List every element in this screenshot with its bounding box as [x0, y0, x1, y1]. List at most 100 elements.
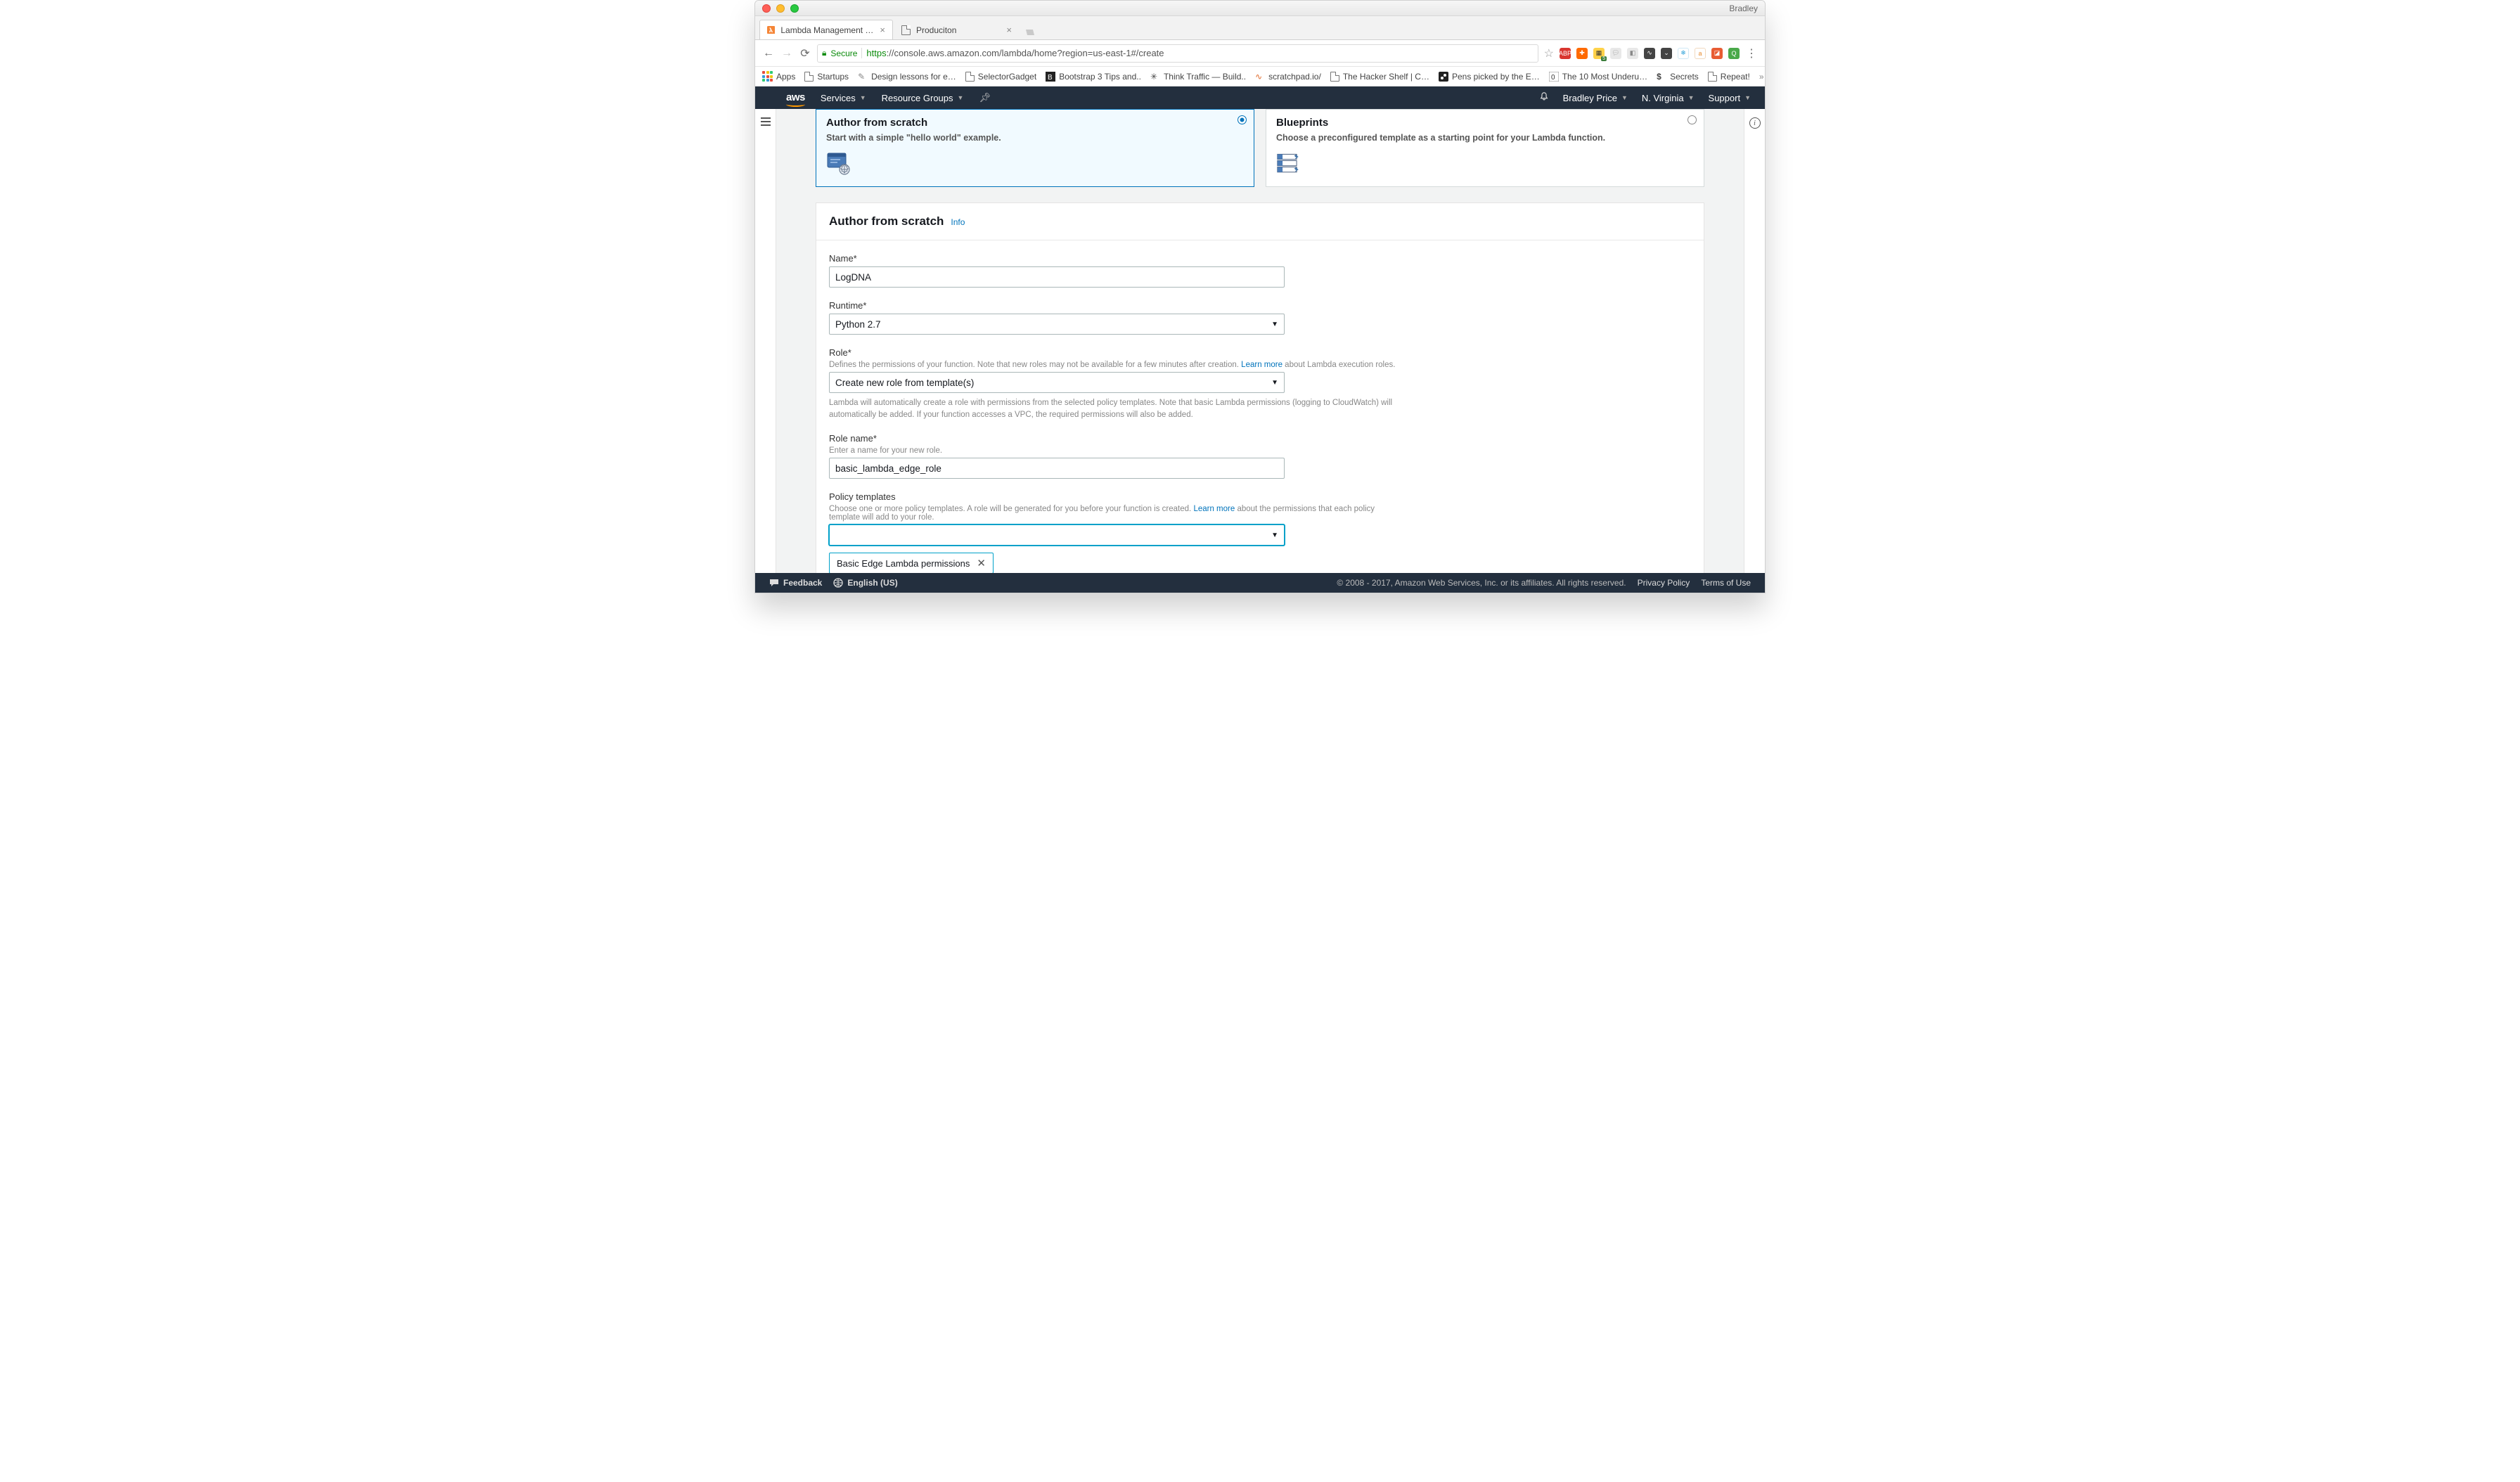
- zoom-window-button[interactable]: [790, 4, 799, 13]
- bookmark-item[interactable]: SelectorGadget: [965, 72, 1036, 82]
- extension-icon[interactable]: Q: [1728, 48, 1740, 59]
- learn-more-link[interactable]: Learn more: [1241, 361, 1282, 369]
- bookmark-item[interactable]: ✳︎Think Traffic — Build..: [1150, 72, 1246, 82]
- bookmark-favicon-icon: B: [1046, 72, 1055, 82]
- option-title: Author from scratch: [826, 117, 1244, 129]
- chip-remove-icon[interactable]: ✕: [977, 557, 986, 569]
- browser-window: Bradley Lambda Management Console × Prod…: [754, 0, 1766, 593]
- privacy-link[interactable]: Privacy Policy: [1638, 578, 1690, 588]
- panel-title: Author from scratch: [829, 214, 944, 228]
- bookmark-item[interactable]: $Secrets: [1657, 72, 1699, 82]
- browser-tab[interactable]: Lambda Management Console ×: [759, 20, 893, 39]
- extension-icon[interactable]: ❄︎: [1678, 48, 1689, 59]
- extension-pocket-icon[interactable]: ⌄: [1661, 48, 1672, 59]
- back-button[interactable]: ←: [762, 47, 775, 60]
- aws-navbar: aws Services▼ Resource Groups▼ 📌︎ Bradle…: [755, 86, 1765, 109]
- chevron-down-icon: ▼: [1271, 531, 1278, 539]
- bookmark-item[interactable]: ✎Design lessons for e…: [858, 72, 956, 82]
- option-description: Choose a preconfigured template as a sta…: [1276, 133, 1694, 143]
- feedback-button[interactable]: Feedback: [769, 578, 822, 588]
- browser-tab[interactable]: Produciton ×: [893, 20, 1020, 39]
- extension-icon[interactable]: ▦5: [1593, 48, 1605, 59]
- field-role: Role* Defines the permissions of your fu…: [829, 347, 1406, 420]
- field-runtime: Runtime* Python 2.7 ▼: [829, 300, 1406, 335]
- bookmark-favicon-icon: 0: [1549, 72, 1559, 82]
- option-description: Start with a simple "hello world" exampl…: [826, 133, 1244, 143]
- extension-icon[interactable]: a: [1695, 48, 1706, 59]
- apps-label: Apps: [776, 72, 795, 82]
- bookmark-favicon-icon: ✎: [858, 72, 868, 82]
- support-menu[interactable]: Support▼: [1709, 93, 1751, 103]
- aws-logo[interactable]: aws: [786, 91, 805, 105]
- learn-more-link[interactable]: Learn more: [1193, 505, 1235, 513]
- info-link[interactable]: Info: [951, 217, 965, 227]
- option-blueprints[interactable]: Blueprints Choose a preconfigured templa…: [1266, 109, 1704, 187]
- language-selector[interactable]: English (US): [833, 578, 897, 588]
- radio-selected-icon[interactable]: [1238, 115, 1247, 124]
- tab-title: Lambda Management Console: [780, 25, 874, 35]
- chrome-menu-icon[interactable]: ⋮: [1745, 47, 1758, 60]
- bookmark-star-icon[interactable]: ☆: [1544, 46, 1554, 60]
- document-icon: [901, 25, 911, 35]
- address-bar: ← → ⟳ 🔒︎ Secure https://console.aws.amaz…: [755, 40, 1765, 67]
- bookmark-item[interactable]: Repeat!: [1708, 72, 1750, 82]
- chevron-down-icon: ▼: [1688, 94, 1695, 101]
- info-icon[interactable]: i: [1749, 117, 1761, 129]
- terms-link[interactable]: Terms of Use: [1701, 578, 1751, 588]
- bookmark-favicon-icon: [1439, 72, 1448, 82]
- minimize-window-button[interactable]: [776, 4, 785, 13]
- hamburger-menu-icon[interactable]: [761, 117, 771, 573]
- pin-icon[interactable]: 📌︎: [979, 92, 991, 103]
- role-note: Lambda will automatically create a role …: [829, 397, 1406, 420]
- bookmark-item[interactable]: Startups: [804, 72, 849, 82]
- right-rail: i: [1744, 109, 1765, 573]
- author-from-scratch-panel: Author from scratch Info Name* Runtime* …: [816, 202, 1704, 573]
- extension-icon[interactable]: ✚: [1576, 48, 1588, 59]
- policy-chip: Basic Edge Lambda permissions ✕: [829, 553, 994, 573]
- rolename-input[interactable]: [829, 458, 1285, 479]
- bookmark-item[interactable]: 0The 10 Most Underu…: [1549, 72, 1647, 82]
- forward-button: →: [780, 47, 793, 60]
- globe-icon: [833, 578, 843, 588]
- policy-select[interactable]: ▼: [829, 524, 1285, 546]
- account-menu[interactable]: Bradley Price▼: [1563, 93, 1628, 103]
- policy-chip-label: Basic Edge Lambda permissions: [837, 558, 970, 569]
- region-menu[interactable]: N. Virginia▼: [1642, 93, 1695, 103]
- extension-icon[interactable]: ∿: [1644, 48, 1655, 59]
- tab-close-icon[interactable]: ×: [880, 25, 885, 35]
- notifications-button[interactable]: [1539, 92, 1549, 104]
- option-author-from-scratch[interactable]: Author from scratch Start with a simple …: [816, 109, 1254, 187]
- extension-icon[interactable]: ◧: [1627, 48, 1638, 59]
- extension-icon[interactable]: 💬︎: [1610, 48, 1621, 59]
- bookmark-favicon-icon: ✳︎: [1150, 72, 1160, 82]
- reload-button[interactable]: ⟳: [799, 47, 811, 60]
- runtime-select[interactable]: Python 2.7 ▼: [829, 314, 1285, 335]
- services-menu[interactable]: Services▼: [821, 93, 866, 103]
- bookmark-item[interactable]: The Hacker Shelf | C…: [1330, 72, 1429, 82]
- mac-titlebar: Bradley: [755, 1, 1765, 16]
- close-window-button[interactable]: [762, 4, 771, 13]
- role-select[interactable]: Create new role from template(s) ▼: [829, 372, 1285, 393]
- lock-icon: 🔒︎: [822, 48, 826, 58]
- extension-icon[interactable]: ◪: [1711, 48, 1723, 59]
- name-input[interactable]: [829, 266, 1285, 288]
- extension-abp-icon[interactable]: ABP: [1560, 48, 1571, 59]
- name-label: Name*: [829, 253, 1406, 264]
- panel-header: Author from scratch Info: [816, 203, 1704, 240]
- option-title: Blueprints: [1276, 117, 1694, 129]
- bookmark-item[interactable]: ∿scratchpad.io/: [1255, 72, 1321, 82]
- tab-close-icon[interactable]: ×: [1006, 25, 1012, 35]
- resource-groups-menu[interactable]: Resource Groups▼: [882, 93, 964, 103]
- radio-unselected-icon[interactable]: [1688, 115, 1697, 124]
- document-icon: [804, 72, 814, 82]
- bookmark-item[interactable]: Pens picked by the E…: [1439, 72, 1540, 82]
- scratch-icon: [826, 151, 854, 176]
- bookmark-item[interactable]: BBootstrap 3 Tips and..: [1046, 72, 1141, 82]
- omnibox[interactable]: 🔒︎ Secure https://console.aws.amazon.com…: [817, 44, 1538, 63]
- apps-button[interactable]: Apps: [762, 71, 795, 82]
- bookmark-overflow-button[interactable]: »: [1759, 72, 1764, 82]
- field-policy-templates: Policy templates Choose one or more poli…: [829, 491, 1406, 573]
- tab-strip: Lambda Management Console × Produciton ×: [755, 16, 1765, 40]
- workspace: Author from scratch Start with a simple …: [755, 109, 1765, 573]
- new-tab-button[interactable]: [1022, 25, 1038, 39]
